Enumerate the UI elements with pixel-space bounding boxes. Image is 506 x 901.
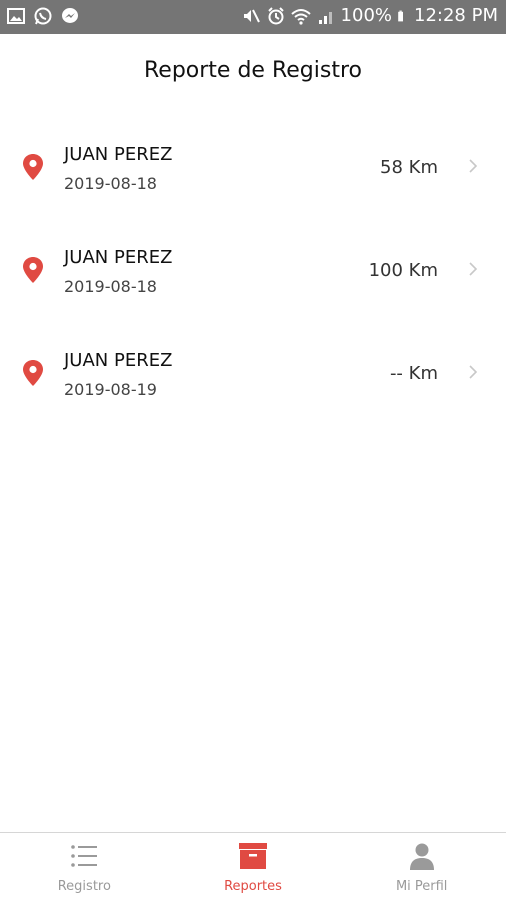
gallery-icon	[7, 8, 25, 24]
report-name: JUAN PEREZ	[64, 144, 173, 165]
report-distance: -- Km	[389, 363, 438, 384]
list-item[interactable]: JUAN PEREZ 2019-08-18 100 Km	[0, 229, 506, 332]
bottom-navigation: Registro Reportes Mi Perfil	[0, 832, 506, 901]
signal-icon	[318, 12, 332, 24]
status-bar: 100% 12:28 PM	[0, 0, 506, 34]
mute-icon	[243, 9, 260, 23]
report-name: JUAN PEREZ	[64, 350, 173, 371]
nav-label: Reportes	[224, 879, 282, 894]
list-item[interactable]: JUAN PEREZ 2019-08-19 -- Km	[0, 332, 506, 435]
report-distance: 100 Km	[368, 260, 438, 281]
nav-label: Mi Perfil	[395, 879, 448, 894]
report-date: 2019-08-18	[64, 277, 157, 296]
location-pin-icon	[23, 257, 43, 283]
list-item[interactable]: JUAN PEREZ 2019-08-18 58 Km	[0, 126, 506, 229]
user-icon	[409, 843, 434, 870]
page-title: Reporte de Registro	[144, 58, 362, 83]
report-date: 2019-08-18	[64, 174, 157, 193]
alarm-icon	[267, 7, 284, 25]
nav-item-mi-perfil[interactable]: Mi Perfil	[337, 833, 506, 901]
clock: 12:28 PM	[414, 5, 498, 26]
archive-box-icon	[239, 843, 267, 869]
report-name: JUAN PEREZ	[64, 247, 173, 268]
chevron-right-icon	[469, 365, 478, 379]
wifi-icon	[290, 9, 311, 25]
nav-label: Registro	[57, 879, 111, 894]
list-icon	[71, 845, 98, 867]
battery-percent: 100%	[340, 5, 393, 26]
nav-item-registro[interactable]: Registro	[0, 833, 169, 901]
location-pin-icon	[23, 360, 43, 386]
messenger-icon	[62, 8, 78, 23]
chevron-right-icon	[469, 262, 478, 276]
whatsapp-icon	[34, 7, 52, 25]
location-pin-icon	[23, 154, 43, 180]
nav-item-reportes[interactable]: Reportes	[169, 833, 338, 901]
report-list: JUAN PEREZ 2019-08-18 58 Km JUAN PEREZ 2…	[0, 126, 506, 435]
chevron-right-icon	[469, 159, 478, 173]
battery-icon	[398, 10, 404, 22]
report-distance: 58 Km	[380, 157, 438, 178]
report-date: 2019-08-19	[64, 380, 157, 399]
